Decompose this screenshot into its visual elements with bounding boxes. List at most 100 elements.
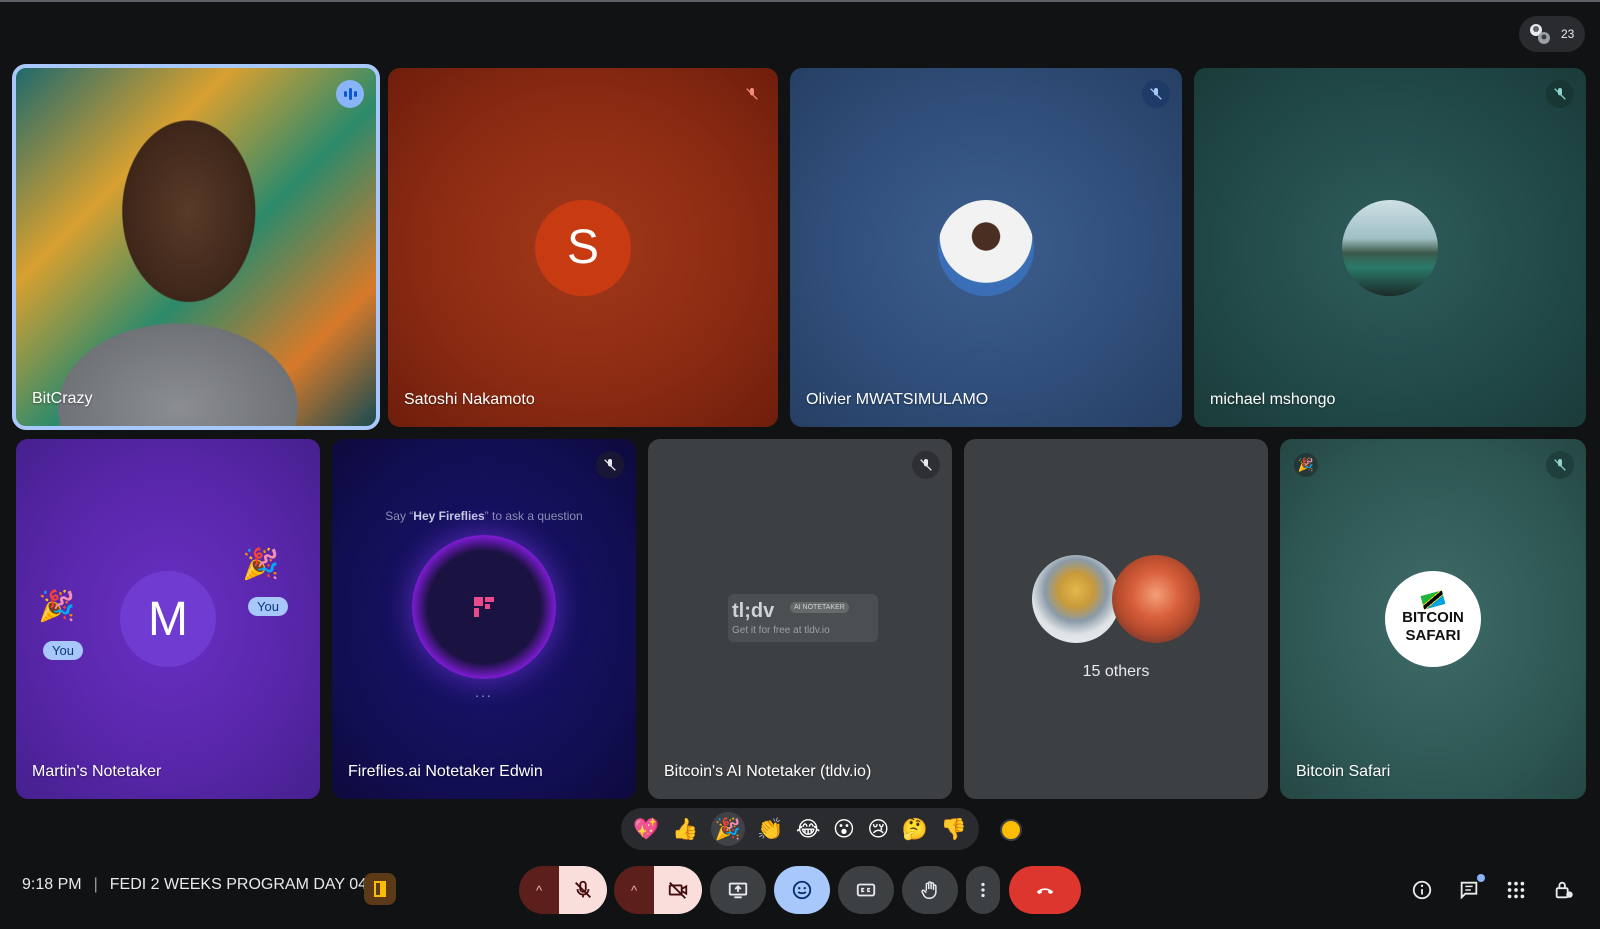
emoji-icon [792, 880, 812, 900]
reaction-thumbs-up[interactable]: 👍 [672, 819, 698, 840]
reaction-party[interactable]: 🎉 [710, 812, 745, 846]
avatar: S [535, 199, 631, 296]
others-tile[interactable]: 15 others [964, 439, 1268, 799]
door-icon [374, 881, 386, 897]
end-call-icon [1036, 888, 1054, 895]
hint-bold: Hey Fireflies [413, 509, 485, 523]
video-tile-satoshi[interactable]: S Satoshi Nakamoto [388, 68, 778, 427]
tile-name: michael mshongo [1210, 391, 1336, 408]
fireflies-hint: Say “Hey Fireflies” to ask a question [332, 509, 636, 523]
present-icon [728, 882, 748, 899]
skin-tone-selector[interactable] [1000, 819, 1022, 841]
camera-off-icon [668, 882, 688, 899]
fireflies-orb [412, 535, 556, 679]
hint-post: ” to ask a question [484, 509, 583, 523]
reaction-laugh[interactable]: 😂 [796, 819, 821, 840]
reactions-button[interactable] [774, 866, 830, 914]
tile-name: Bitcoin's AI Notetaker (tldv.io) [664, 763, 872, 780]
more-options-button[interactable] [966, 866, 1000, 914]
party-popper-icon: 🎉 [38, 590, 76, 623]
meeting-title: FEDI 2 WEEKS PROGRAM DAY 04 [109, 876, 367, 893]
fireflies-logo-icon [474, 597, 494, 617]
speaking-indicator-icon [336, 80, 364, 108]
present-button[interactable] [710, 866, 766, 914]
tile-name: Satoshi Nakamoto [404, 391, 535, 408]
tile-name: BitCrazy [32, 390, 93, 407]
unread-indicator [1477, 874, 1485, 882]
you-label: You [43, 641, 83, 660]
tldv-logo: tl;dv AI NOTETAKER Get it for free at tl… [728, 594, 878, 642]
people-icon [1530, 24, 1550, 44]
video-tile-fireflies[interactable]: Say “Hey Fireflies” to ask a question ..… [332, 439, 636, 799]
video-tile-tldv[interactable]: tl;dv AI NOTETAKER Get it for free at tl… [648, 439, 952, 799]
activities-button[interactable] [1502, 876, 1530, 904]
tile-name: Olivier MWATSIMULAMO [806, 391, 989, 408]
reaction-thinking[interactable]: 🤔 [902, 819, 928, 840]
mic-off-icon [738, 80, 766, 108]
apps-icon [1507, 881, 1525, 899]
you-label: You [248, 597, 288, 616]
bitcoin-safari-logo: BITCOIN SAFARI [1385, 571, 1481, 667]
host-controls-button[interactable] [1550, 876, 1578, 904]
info-icon [1412, 880, 1432, 900]
tile-name: Martin's Notetaker [32, 763, 162, 780]
chat-icon [1460, 881, 1478, 900]
party-popper-icon: 🎉 [242, 548, 280, 581]
mic-off-icon [1546, 80, 1574, 108]
separator: | [93, 876, 98, 893]
meeting-time: 9:18 PM [22, 876, 82, 893]
tanzania-flag-icon [1420, 590, 1446, 610]
video-tile-bitcoin-safari[interactable]: 🎉 BITCOIN SAFARI Bitcoin Safari [1280, 439, 1586, 799]
raise-hand-button[interactable] [902, 866, 958, 914]
reaction-thumbs-down[interactable]: 👎 [941, 819, 967, 840]
video-tile-michael[interactable]: michael mshongo [1194, 68, 1586, 427]
reactions-bar: 💖 👍 🎉 👏 😂 😮 😢 🤔 👎 [621, 808, 979, 850]
meeting-details-button[interactable] [1408, 876, 1436, 904]
mic-off-icon [1546, 451, 1574, 479]
more-vert-icon [981, 882, 985, 898]
audio-options-caret[interactable]: ^ [519, 866, 559, 914]
tile-name: Fireflies.ai Notetaker Edwin [348, 763, 543, 780]
party-popper-icon: 🎉 [1294, 453, 1318, 477]
mic-toggle-button[interactable] [559, 866, 607, 914]
reaction-surprised[interactable]: 😮 [833, 819, 855, 840]
others-count: 15 others [1082, 663, 1150, 680]
captions-icon [856, 883, 876, 897]
avatar [938, 199, 1034, 296]
host-controls-icon [1555, 881, 1573, 899]
companion-mode-button[interactable] [364, 873, 396, 905]
reaction-clap[interactable]: 👏 [757, 819, 783, 840]
meeting-info: 9:18 PM | FEDI 2 WEEKS PROGRAM DAY 04 [22, 876, 367, 894]
reaction-sad[interactable]: 😢 [867, 819, 889, 840]
video-tile-olivier[interactable]: Olivier MWATSIMULAMO [790, 68, 1182, 427]
loading-dots: ... [475, 684, 493, 700]
participants-chip[interactable]: 23 [1519, 16, 1585, 52]
video-tile-bitcrazy[interactable]: BitCrazy [12, 64, 380, 430]
tldv-subtext: Get it for free at tldv.io [732, 625, 830, 636]
camera-toggle-button[interactable] [654, 866, 702, 914]
video-tile-martin[interactable]: 🎉 You 🎉 You M Martin's Notetaker [16, 439, 320, 799]
avatar [1112, 555, 1200, 643]
reaction-heart[interactable]: 💖 [633, 819, 659, 840]
mic-off-icon [575, 880, 591, 898]
tldv-logo-text: tl;dv [732, 600, 775, 622]
top-divider [0, 0, 1600, 2]
mic-off-icon [596, 451, 624, 479]
avatar [1342, 199, 1438, 296]
avatar-initial: M [148, 592, 188, 646]
logo-line: BITCOIN [1402, 609, 1464, 626]
avatar [1032, 555, 1120, 643]
avatar: M [120, 571, 216, 667]
leave-call-button[interactable] [1009, 866, 1081, 914]
mic-off-icon [912, 451, 940, 479]
captions-button[interactable] [838, 866, 894, 914]
tile-name: Bitcoin Safari [1296, 763, 1391, 780]
chat-button[interactable] [1455, 874, 1485, 904]
raise-hand-icon [921, 881, 937, 899]
tldv-ai-badge: AI NOTETAKER [790, 602, 849, 613]
mic-off-icon [1142, 80, 1170, 108]
hint-pre: Say “ [385, 509, 414, 523]
logo-line: SAFARI [1405, 627, 1461, 644]
video-options-caret[interactable]: ^ [614, 866, 654, 914]
avatar-initial: S [566, 221, 599, 274]
